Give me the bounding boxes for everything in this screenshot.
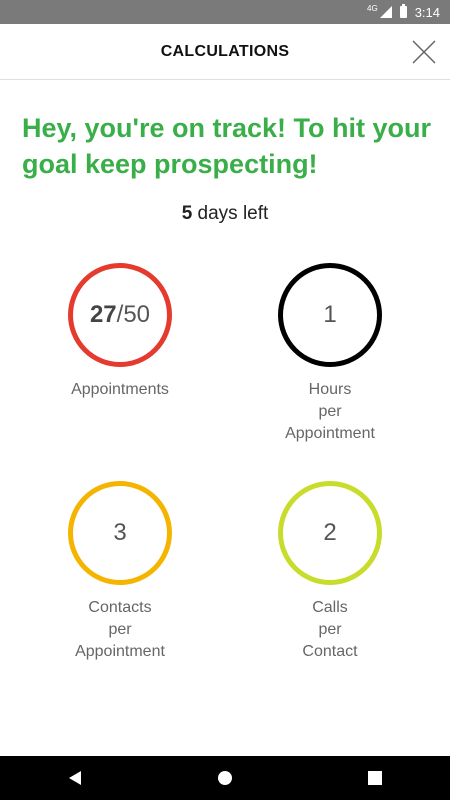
hours-label: Hours per Appointment <box>225 379 435 445</box>
home-icon <box>218 771 232 785</box>
appointments-ring: 27/50 <box>68 263 172 367</box>
navigation-bar <box>0 756 450 800</box>
calls-value: 2 <box>323 519 337 546</box>
hours-label-line: Appointment <box>285 425 375 442</box>
recents-icon <box>368 771 382 785</box>
page-title: CALCULATIONS <box>160 43 290 60</box>
recents-button[interactable] <box>355 762 395 794</box>
status-time: 3:14 <box>414 4 440 20</box>
metric-calls-per-contact: 2 Calls per Contact <box>225 481 435 663</box>
contacts-label: Contacts per Appointment <box>15 597 225 663</box>
network-type: 4G <box>367 3 378 13</box>
calls-label-line: Calls <box>312 599 348 616</box>
hours-label-line: per <box>318 403 342 420</box>
status-message: Hey, you're on track! To hit your goal k… <box>22 113 431 179</box>
signal-icon <box>379 6 392 18</box>
calls-label-line: per <box>318 621 342 638</box>
status-bar: 4G 3:14 <box>0 0 450 24</box>
metric-appointments: 27/50 Appointments <box>15 263 225 401</box>
contacts-value: 3 <box>113 519 127 546</box>
calls-label-line: Contact <box>302 643 358 660</box>
home-button[interactable] <box>205 762 245 794</box>
days-left: 5 days left <box>0 203 450 225</box>
hours-label-line: Hours <box>308 381 352 398</box>
appointments-value-rest: /50 <box>116 301 151 328</box>
hours-value: 1 <box>323 301 337 328</box>
appointments-label: Appointments <box>15 379 225 401</box>
close-icon <box>412 40 436 64</box>
header: CALCULATIONS <box>0 24 450 80</box>
battery-icon <box>399 4 407 18</box>
back-button[interactable] <box>55 762 95 794</box>
metric-hours-per-appointment: 1 Hours per Appointment <box>225 263 435 445</box>
appointments-label-line: Appointments <box>71 381 169 398</box>
contacts-label-line: Appointment <box>75 643 165 660</box>
contacts-ring: 3 <box>68 481 172 585</box>
calls-label: Calls per Contact <box>225 597 435 663</box>
back-icon <box>69 771 81 785</box>
appointments-value-strong: 27 <box>89 301 117 328</box>
days-left-suffix: days left <box>192 203 269 224</box>
days-left-value: 5 <box>181 203 193 224</box>
contacts-label-line: per <box>108 621 132 638</box>
close-button[interactable] <box>412 40 436 64</box>
metric-contacts-per-appointment: 3 Contacts per Appointment <box>15 481 225 663</box>
contacts-label-line: Contacts <box>88 599 152 616</box>
calls-ring: 2 <box>278 481 382 585</box>
hours-ring: 1 <box>278 263 382 367</box>
